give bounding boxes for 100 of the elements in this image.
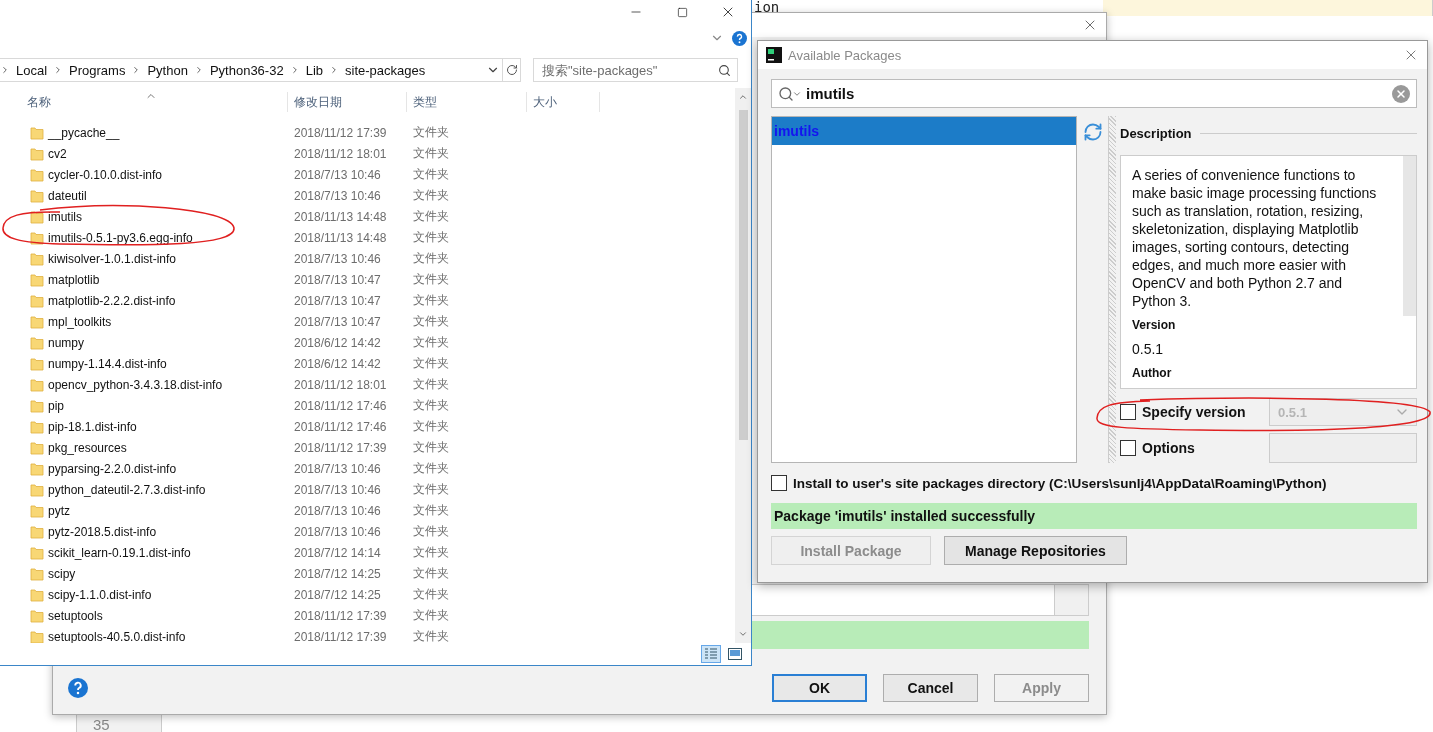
- folder-icon: [30, 377, 44, 392]
- date-cell-text: 2018/7/13 10:47: [293, 272, 382, 287]
- section-heading: Description: [1120, 126, 1192, 141]
- file-name[interactable]: numpy: [48, 335, 85, 350]
- folder-icon: [30, 293, 44, 308]
- file-name[interactable]: scipy-1.1.0.dist-info: [48, 587, 152, 602]
- folder-icon: [30, 566, 44, 581]
- file-name[interactable]: pip: [48, 398, 64, 413]
- date-cell-text: 2018/6/12 14:42: [293, 356, 382, 371]
- type-cell-text: 文件夹: [412, 250, 450, 267]
- date-cell-text: 2018/7/13 10:46: [293, 188, 382, 203]
- file-name[interactable]: dateutil: [48, 188, 87, 203]
- scroll-down-icon[interactable]: [738, 629, 748, 639]
- type-cell-text: 文件夹: [412, 481, 450, 498]
- chevron-icon: [329, 65, 339, 75]
- breadcrumb-item[interactable]: Local: [16, 62, 48, 78]
- file-name[interactable]: numpy-1.14.4.dist-info: [48, 356, 167, 371]
- type-cell-text: 文件夹: [412, 565, 450, 582]
- search-icon: [778, 85, 794, 102]
- file-name[interactable]: pip-18.1.dist-info: [48, 419, 137, 434]
- dialog-button[interactable]: OK: [772, 674, 867, 702]
- file-name[interactable]: __pycache__: [48, 125, 120, 140]
- file-name[interactable]: cv2: [48, 146, 67, 161]
- dialog-button[interactable]: Cancel: [883, 674, 978, 702]
- type-cell-text: 文件夹: [412, 334, 450, 351]
- search-box[interactable]: imutils: [771, 79, 1417, 108]
- help-icon[interactable]: [68, 678, 88, 698]
- breadcrumb-item[interactable]: Python36-32: [209, 62, 284, 78]
- breadcrumb-item[interactable]: site-packages: [345, 62, 426, 78]
- maximize-icon[interactable]: [676, 6, 688, 18]
- date-cell-text: 2018/11/12 17:39: [293, 440, 388, 455]
- file-name[interactable]: opencv_python-3.4.3.18.dist-info: [48, 377, 223, 392]
- type-cell-text: 文件夹: [412, 376, 450, 393]
- file-name[interactable]: scikit_learn-0.19.1.dist-info: [48, 545, 191, 560]
- folder-icon: [30, 608, 44, 623]
- scroll-up-icon[interactable]: [738, 92, 748, 102]
- detail-label: Author: [1132, 366, 1173, 380]
- folder-icon: [30, 503, 44, 518]
- column-header[interactable]: 大小: [533, 92, 557, 112]
- folder-icon: [30, 230, 44, 245]
- app-icon: [766, 47, 782, 63]
- date-cell-text: 2018/7/13 10:46: [293, 482, 382, 497]
- type-cell-text: 文件夹: [412, 166, 450, 183]
- file-name[interactable]: pytz-2018.5.dist-info: [48, 524, 157, 539]
- search-box[interactable]: 搜索"site-packages": [533, 58, 738, 82]
- type-cell-text: 文件夹: [412, 628, 450, 643]
- file-name[interactable]: cycler-0.10.0.dist-info: [48, 167, 163, 182]
- type-cell-text: 文件夹: [412, 208, 450, 225]
- refresh-icon[interactable]: [1082, 122, 1103, 142]
- type-cell-text: 文件夹: [412, 418, 450, 435]
- thumbnail-view-button[interactable]: [725, 645, 745, 663]
- file-name[interactable]: matplotlib: [48, 272, 100, 287]
- date-cell-text: 2018/11/13 14:48: [293, 230, 388, 245]
- help-icon[interactable]: [732, 30, 747, 46]
- type-cell-text: 文件夹: [412, 292, 450, 309]
- file-name[interactable]: pkg_resources: [48, 440, 127, 455]
- date-cell-text: 2018/11/12 18:01: [293, 146, 388, 161]
- file-name[interactable]: kiwisolver-1.0.1.dist-info: [48, 251, 177, 266]
- folder-icon: [30, 209, 44, 224]
- type-cell-text: 文件夹: [412, 586, 450, 603]
- options-field[interactable]: [1269, 433, 1417, 463]
- scroll-thumb[interactable]: [738, 110, 748, 440]
- file-name[interactable]: matplotlib-2.2.2.dist-info: [48, 293, 176, 308]
- type-cell-text: 文件夹: [412, 271, 450, 288]
- column-header[interactable]: 修改日期: [294, 92, 342, 112]
- file-name[interactable]: imutils-0.5.1-py3.6.egg-info: [48, 230, 193, 245]
- file-name[interactable]: pyparsing-2.2.0.dist-info: [48, 461, 177, 476]
- date-cell-text: 2018/7/12 14:14: [293, 545, 382, 560]
- folder-icon: [30, 524, 44, 539]
- dialog-button[interactable]: Manage Repositories: [944, 536, 1127, 565]
- type-cell-text: 文件夹: [412, 145, 450, 162]
- detail-label: Version: [1132, 318, 1177, 332]
- folder-icon: [30, 251, 44, 266]
- folder-icon: [30, 482, 44, 497]
- checkbox[interactable]: [771, 475, 787, 491]
- file-name[interactable]: mpl_toolkits: [48, 314, 112, 329]
- folder-icon: [30, 440, 44, 455]
- column-header[interactable]: 名称: [27, 92, 51, 112]
- file-name[interactable]: setuptools-40.5.0.dist-info: [48, 629, 186, 643]
- refresh-icon[interactable]: [505, 64, 518, 76]
- type-cell-text: 文件夹: [412, 523, 450, 540]
- clear-icon[interactable]: [1392, 84, 1410, 103]
- address-bar[interactable]: Local Programs Python Python36-32 Lib site-packages: [0, 58, 521, 82]
- file-name[interactable]: scipy: [48, 566, 76, 581]
- type-cell-text: 文件夹: [412, 439, 450, 456]
- file-name[interactable]: imutils: [48, 209, 82, 224]
- search-field[interactable]: imutils: [806, 85, 1388, 102]
- breadcrumb-item[interactable]: Programs: [69, 62, 126, 78]
- breadcrumb-item[interactable]: Python: [147, 62, 188, 78]
- folder-icon: [30, 629, 44, 643]
- image-icon: [728, 648, 742, 660]
- date-cell-text: 2018/7/13 10:46: [293, 524, 382, 539]
- file-name[interactable]: setuptools: [48, 608, 103, 623]
- chevron-icon: [0, 65, 10, 75]
- file-name[interactable]: pytz: [48, 503, 70, 518]
- checkbox-label: Install to user's site packages directory (C:\Users\sunlj4\AppData\Roaming\Python): [793, 475, 1328, 491]
- file-name[interactable]: python_dateutil-2.7.3.dist-info: [48, 482, 206, 497]
- checkbox[interactable]: [1120, 440, 1136, 456]
- breadcrumb-item[interactable]: Lib: [305, 62, 323, 78]
- column-header[interactable]: 类型: [413, 92, 437, 112]
